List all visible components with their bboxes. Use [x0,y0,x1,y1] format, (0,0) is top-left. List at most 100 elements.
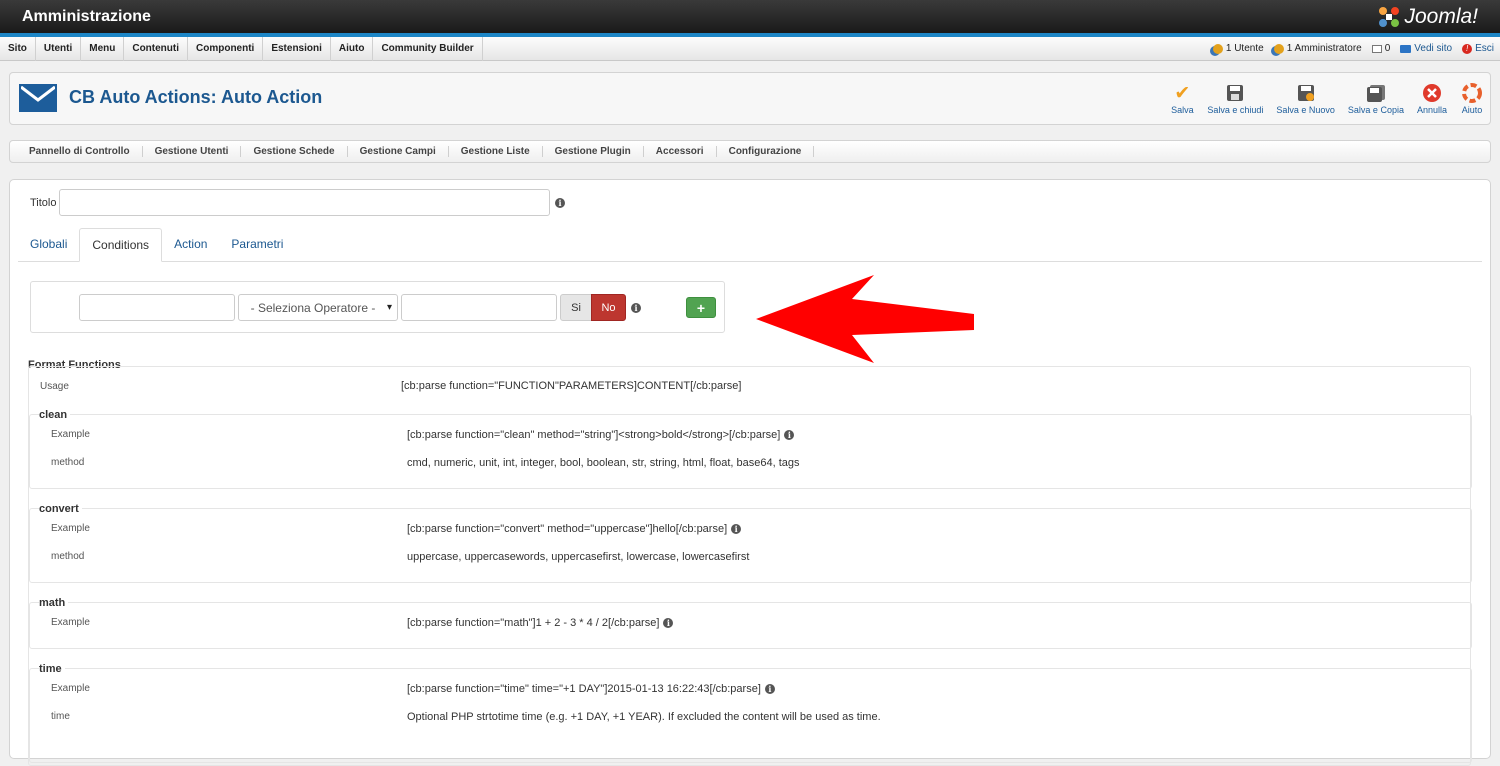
status-admins-label: 1 Amministratore [1286,43,1362,54]
cancel-label: Annulla [1416,105,1447,115]
clean-example-label: Example [51,429,90,440]
yes-toggle-button[interactable]: Si [560,294,592,321]
floppy-icon [1223,81,1247,105]
clean-group: clean Example [cb:parse function="clean"… [29,409,1472,489]
cancel-icon [1420,81,1444,105]
status-admins[interactable]: 1 Amministratore [1273,43,1362,54]
operator-select-value: - Seleziona Operatore - [250,300,376,315]
red-arrow-annotation [756,275,976,368]
time-info-icon[interactable]: i [764,684,775,695]
math-example-label: Example [51,617,90,628]
condition-value-input[interactable] [401,294,557,321]
clean-method-label: method [51,457,85,468]
menu-item-estensioni[interactable]: Estensioni [263,36,331,61]
status-messages-count: 0 [1384,43,1391,54]
toolbar-buttons: ✔ Salva Salva e chiudi Salva e Nuovo Sal… [1170,81,1484,116]
subnav-accessori[interactable]: Accessori [644,146,717,157]
condition-field-input[interactable] [79,294,235,321]
page-title: CB Auto Actions: Auto Action [69,87,323,107]
condition-row: - Seleziona Operatore - Si No i + [30,281,725,333]
time-example-label: Example [51,683,90,694]
tab-conditions[interactable]: Conditions [79,228,163,262]
convert-group: convert Example [cb:parse function="conv… [29,503,1472,583]
cancel-button[interactable]: Annulla [1417,81,1447,115]
save-close-button[interactable]: Salva e chiudi [1207,81,1263,115]
floppy-copy-icon [1364,81,1388,105]
view-site-link[interactable]: Vedi sito [1400,43,1452,54]
lifebuoy-icon [1460,81,1484,105]
mail-icon [1371,44,1382,53]
joomla-logo-text: Joomla! [1404,4,1478,28]
convert-info-icon[interactable]: i [731,524,742,535]
subnav-gestione-plugin[interactable]: Gestione Plugin [543,146,644,157]
subnav-gestione-liste[interactable]: Gestione Liste [449,146,543,157]
admins-icon [1273,43,1284,54]
subnav-gestione-schede[interactable]: Gestione Schede [241,146,348,157]
usage-label: Usage [40,381,69,392]
joomla-logo-icon [1378,6,1400,28]
users-icon [1212,43,1223,54]
title-input[interactable] [59,189,550,216]
convert-method-label: method [51,551,85,562]
menu-item-menu[interactable]: Menu [81,36,125,61]
convert-group-name: convert [39,503,82,515]
save-button[interactable]: ✔ Salva [1170,81,1194,116]
tab-action[interactable]: Action [162,228,219,261]
save-copy-label: Salva e Copia [1347,105,1404,115]
status-messages[interactable]: 0 [1371,43,1391,54]
tab-globali[interactable]: Globali [18,228,79,261]
title-info-icon[interactable]: i [555,198,565,208]
menu-item-aiuto[interactable]: Aiuto [331,36,374,61]
floppy-plus-icon [1294,81,1318,105]
usage-value: [cb:parse function="FUNCTION"PARAMETERS]… [401,380,742,392]
time-group: time Example [cb:parse function="time" t… [29,663,1472,763]
clean-group-name: clean [39,409,71,421]
subnav-configurazione[interactable]: Configurazione [717,146,815,157]
menu-item-componenti[interactable]: Componenti [188,36,264,61]
condition-info-icon[interactable]: i [631,303,641,313]
subnav-pannello[interactable]: Pannello di Controllo [17,146,143,157]
time-example-value: [cb:parse function="time" time="+1 DAY"]… [407,683,761,695]
convert-method-value: uppercase, uppercasewords, uppercasefirs… [407,551,750,563]
clean-method-value: cmd, numeric, unit, int, integer, bool, … [407,457,800,469]
menu-item-utenti[interactable]: Utenti [36,36,82,61]
joomla-logo[interactable]: Joomla! [1378,5,1478,29]
time-group-name: time [39,663,65,675]
math-info-icon[interactable]: i [663,618,674,629]
clean-info-icon[interactable]: i [784,430,795,441]
logout-label: Esci [1475,43,1494,54]
cb-subnav: Pannello di Controllo Gestione Utenti Ge… [9,140,1491,163]
time-example-row: [cb:parse function="time" time="+1 DAY"]… [407,683,775,695]
save-label: Salva [1171,105,1194,115]
help-button[interactable]: Aiuto [1460,81,1484,115]
view-site-label: Vedi sito [1414,43,1453,54]
menu-item-sito[interactable]: Sito [0,36,36,61]
math-group-name: math [39,597,69,609]
clean-example-value: [cb:parse function="clean" method="strin… [407,429,781,441]
math-example-value: [cb:parse function="math"]1 + 2 - 3 * 4 … [407,617,660,629]
operator-select[interactable]: - Seleziona Operatore - [238,294,398,321]
format-functions-box: Usage [cb:parse function="FUNCTION"PARAM… [28,366,1472,766]
menu-item-community-builder[interactable]: Community Builder [373,36,483,61]
save-copy-button[interactable]: Salva e Copia [1348,81,1404,115]
menu-item-contenuti[interactable]: Contenuti [124,36,188,61]
convert-example-row: [cb:parse function="convert" method="upp… [407,523,742,535]
help-label: Aiuto [1461,105,1483,115]
add-condition-button[interactable]: + [686,297,716,318]
no-toggle-button[interactable]: No [591,294,626,321]
status-area: 1 Utente 1 Amministratore 0 Vedi sito ! E… [1212,43,1500,54]
math-example-row: [cb:parse function="math"]1 + 2 - 3 * 4 … [407,617,674,629]
screen-icon [1400,44,1412,53]
save-new-button[interactable]: Salva e Nuovo [1276,81,1335,115]
subnav-gestione-utenti[interactable]: Gestione Utenti [143,146,242,157]
tab-parametri[interactable]: Parametri [219,228,295,261]
save-new-label: Salva e Nuovo [1276,105,1335,115]
subnav-gestione-campi[interactable]: Gestione Campi [348,146,449,157]
admin-header: Amministrazione Joomla! [0,0,1500,37]
logout-link[interactable]: ! Esci [1462,43,1494,54]
title-label: Titolo [30,197,57,209]
status-users-label: 1 Utente [1225,43,1264,54]
header-title: Amministrazione [22,7,151,25]
status-users[interactable]: 1 Utente [1212,43,1264,54]
exit-icon: ! [1462,43,1473,54]
